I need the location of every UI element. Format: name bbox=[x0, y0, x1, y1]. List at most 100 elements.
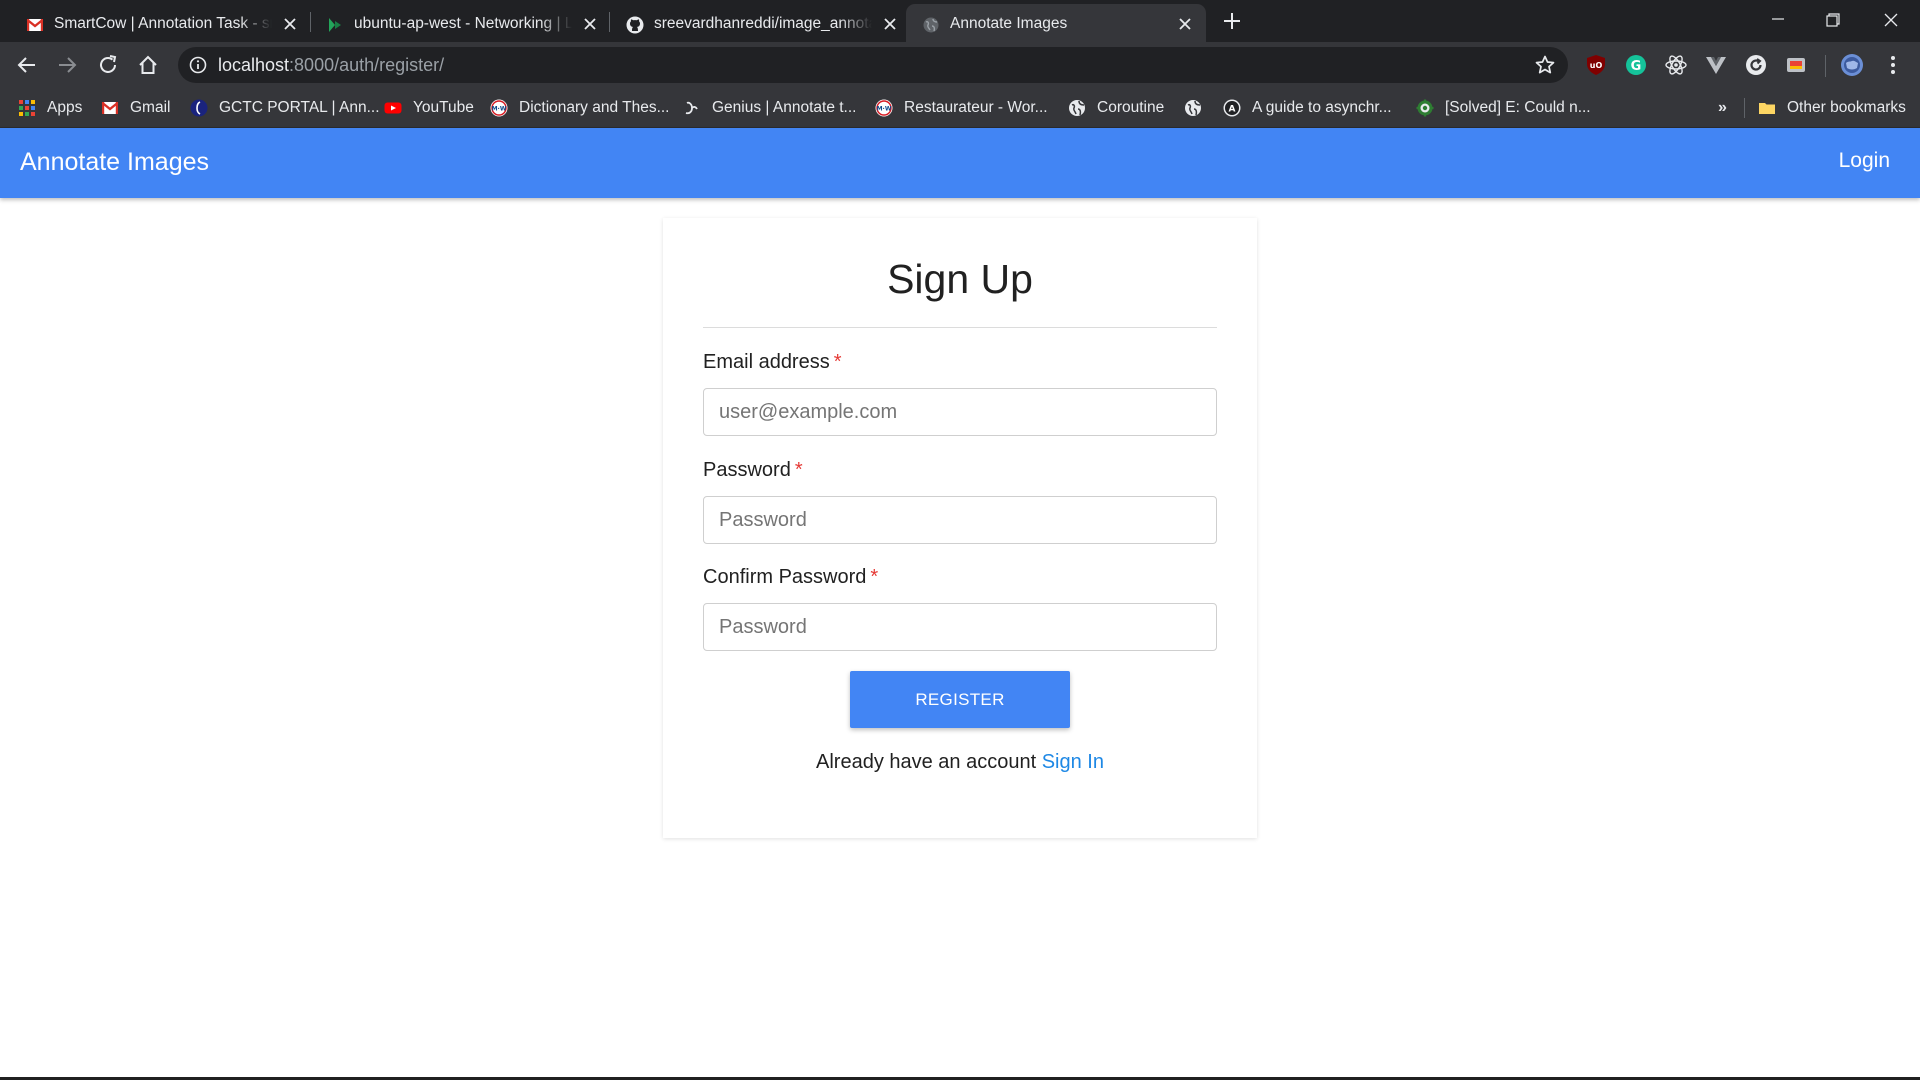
password-label: Password * bbox=[703, 459, 803, 482]
lightsail-icon bbox=[329, 18, 341, 32]
bookmark-async-guide[interactable]: A A guide to asynchr... bbox=[1223, 88, 1392, 128]
genius-icon bbox=[685, 101, 698, 115]
bookmark-label: Genius | Annotate t... bbox=[712, 99, 857, 116]
bookmark-label: Dictionary and Thes... bbox=[519, 99, 670, 116]
ublock-origin-icon[interactable]: uO bbox=[1584, 53, 1608, 77]
bookmarks-bar: Apps Gmail GCTC PORTAL | Ann... YouTube … bbox=[0, 88, 1920, 128]
gmail-icon bbox=[101, 102, 119, 114]
password-label-text: Password bbox=[703, 459, 791, 481]
bookmarks-overflow[interactable]: » bbox=[1718, 88, 1727, 128]
password-field[interactable] bbox=[703, 496, 1217, 544]
new-tab-icon[interactable] bbox=[1221, 10, 1243, 32]
email-label: Email address * bbox=[703, 351, 842, 374]
bookmark-star-icon[interactable] bbox=[1534, 54, 1556, 76]
register-button[interactable]: REGISTER bbox=[850, 671, 1070, 728]
vue-devtools-icon[interactable] bbox=[1704, 53, 1728, 77]
close-tab-icon[interactable] bbox=[1176, 15, 1194, 33]
bookmark-label: GCTC PORTAL | Ann... bbox=[219, 99, 380, 116]
signup-card: Sign Up Email address* Password* Confirm… bbox=[663, 218, 1257, 838]
bookmark-label: Other bookmarks bbox=[1787, 99, 1906, 116]
page-title: Sign Up bbox=[887, 256, 1033, 302]
close-tab-icon[interactable] bbox=[281, 15, 299, 33]
bookmark-dictionary[interactable]: M·W Dictionary and Thes... bbox=[490, 88, 669, 128]
info-icon[interactable] bbox=[188, 55, 208, 75]
bookmark-apps[interactable]: Apps bbox=[18, 88, 82, 128]
home-icon[interactable] bbox=[136, 53, 160, 77]
signin-link[interactable]: Sign In bbox=[1042, 751, 1104, 773]
bookmark-globe[interactable] bbox=[1184, 88, 1202, 128]
bookmark-gmail[interactable]: Gmail bbox=[101, 88, 170, 128]
angular-icon: A bbox=[1223, 99, 1241, 117]
required-marker: * bbox=[833, 351, 842, 373]
react-devtools-icon[interactable] bbox=[1664, 53, 1688, 77]
bookmark-other[interactable]: Other bookmarks bbox=[1758, 88, 1906, 128]
youtube-icon bbox=[384, 102, 402, 114]
svg-text:G: G bbox=[1631, 59, 1642, 74]
more-vert-icon[interactable] bbox=[1881, 53, 1905, 77]
tab-annotate-images[interactable]: Annotate Images bbox=[906, 4, 1206, 42]
globe-icon bbox=[923, 17, 939, 33]
signin-prompt: Already have an account Sign In bbox=[663, 751, 1257, 774]
github-icon bbox=[626, 16, 644, 34]
signin-prompt-text: Already have an account bbox=[816, 751, 1037, 773]
bookmark-restaurateur[interactable]: M·W Restaurateur - Wor... bbox=[875, 88, 1048, 128]
chevron-double-right-icon: » bbox=[1718, 99, 1727, 116]
gctc-icon bbox=[190, 99, 208, 117]
apps-grid-icon bbox=[19, 100, 35, 116]
bookmark-label: [Solved] E: Could n... bbox=[1445, 99, 1591, 116]
bookmark-label: Gmail bbox=[130, 99, 171, 116]
url-host: localhost bbox=[218, 55, 290, 75]
back-arrow-icon[interactable] bbox=[15, 53, 39, 77]
browser-toolbar: localhost:8000/auth/register/ uO G bbox=[0, 42, 1920, 88]
svg-text:uO: uO bbox=[1590, 61, 1603, 70]
bookmark-label: A guide to asynchr... bbox=[1252, 99, 1392, 116]
confirm-password-field[interactable] bbox=[703, 603, 1217, 651]
tab-github[interactable]: sreevardhanreddi/image_annotate bbox=[600, 4, 900, 42]
close-tab-icon[interactable] bbox=[581, 15, 599, 33]
nav-login-link[interactable]: Login bbox=[1839, 149, 1890, 173]
svg-text:A: A bbox=[1229, 105, 1236, 115]
tab-title: SmartCow | Annotation Task - sreevardhan… bbox=[54, 15, 272, 32]
gmail-icon bbox=[26, 19, 44, 31]
merriam-webster-icon: M·W bbox=[490, 99, 508, 117]
title-divider bbox=[703, 327, 1217, 328]
required-marker: * bbox=[870, 566, 879, 588]
globe-icon bbox=[1185, 100, 1201, 116]
close-tab-icon[interactable] bbox=[881, 15, 899, 33]
reload-icon[interactable] bbox=[96, 53, 120, 77]
browser-tab-strip: SmartCow | Annotation Task - sreevardhan… bbox=[0, 0, 1920, 42]
email-field[interactable] bbox=[703, 388, 1217, 436]
app-brand[interactable]: Annotate Images bbox=[20, 148, 209, 177]
bookmark-gctc-portal[interactable]: GCTC PORTAL | Ann... bbox=[190, 88, 380, 128]
bookmark-label: Restaurateur - Wor... bbox=[904, 99, 1048, 116]
bookmark-label: Coroutine bbox=[1097, 99, 1165, 116]
grammarly-icon[interactable]: G bbox=[1624, 53, 1648, 77]
refresh-extension-icon[interactable] bbox=[1744, 53, 1768, 77]
close-window-icon[interactable] bbox=[1879, 8, 1903, 32]
globe-icon bbox=[1069, 100, 1085, 116]
bookmark-genius[interactable]: Genius | Annotate t... bbox=[683, 88, 856, 128]
minimize-icon[interactable] bbox=[1766, 8, 1790, 32]
confirm-password-label-text: Confirm Password bbox=[703, 566, 867, 588]
forward-arrow-icon[interactable] bbox=[55, 53, 79, 77]
screen-capture-icon[interactable] bbox=[1784, 53, 1808, 77]
tab-smartcow[interactable]: SmartCow | Annotation Task - sreevardhan… bbox=[0, 4, 300, 42]
url-text: localhost:8000/auth/register/ bbox=[218, 55, 444, 76]
bookmark-coroutine[interactable]: Coroutine bbox=[1068, 88, 1164, 128]
bookmark-label: Apps bbox=[47, 99, 83, 116]
gear-icon bbox=[1416, 99, 1434, 117]
bookmark-label: YouTube bbox=[413, 99, 474, 116]
bookmark-solved[interactable]: [Solved] E: Could n... bbox=[1416, 88, 1591, 128]
bookmarks-divider bbox=[1744, 98, 1745, 118]
address-bar[interactable]: localhost:8000/auth/register/ bbox=[178, 47, 1568, 83]
tab-lightsail[interactable]: ubuntu-ap-west - Networking | Lightsail bbox=[300, 4, 600, 42]
folder-icon bbox=[1759, 103, 1775, 114]
tab-title: Annotate Images bbox=[950, 15, 1068, 32]
restore-icon[interactable] bbox=[1821, 8, 1845, 32]
svg-text:M·W: M·W bbox=[492, 106, 507, 113]
bookmark-youtube[interactable]: YouTube bbox=[384, 88, 474, 128]
merriam-webster-icon: M·W bbox=[875, 99, 893, 117]
toolbar-divider bbox=[1825, 55, 1826, 77]
tab-title: ubuntu-ap-west - Networking | Lightsail bbox=[354, 15, 572, 32]
profile-avatar-icon[interactable] bbox=[1840, 53, 1864, 77]
